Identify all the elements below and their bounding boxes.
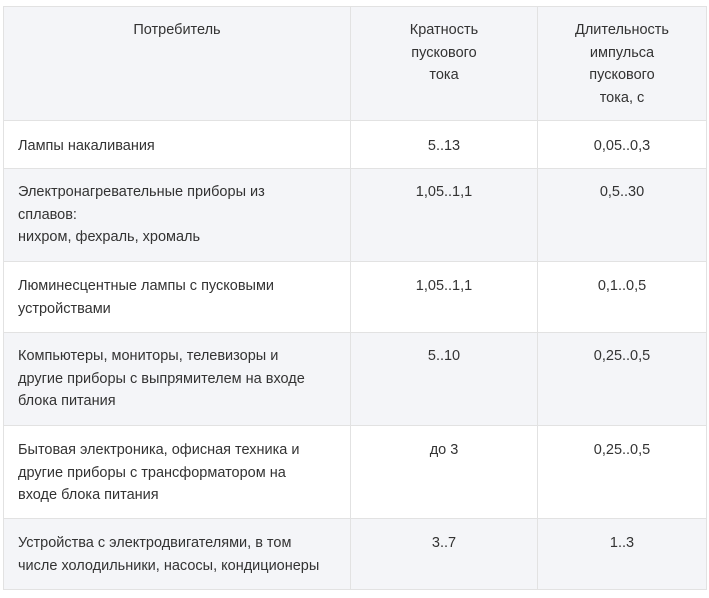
consumer-line: числе холодильники, насосы, кондиционеры: [18, 557, 320, 574]
header-multiplicity-line: пускового: [411, 44, 477, 61]
consumer-cell: Электронагревательные приборы из сплавов…: [3, 168, 351, 262]
duration-cell: 0,25..0,5: [537, 425, 707, 519]
consumer-line: другие приборы с трансформатором на: [18, 464, 286, 481]
consumer-line: Компьютеры, мониторы, телевизоры и: [18, 348, 279, 364]
table-row: Лампы накаливания 5..13 0,05..0,3: [3, 120, 707, 169]
table-row: Люминесцентные лампы с пусковыми устройс…: [3, 261, 707, 333]
consumer-line: Люминесцентные лампы с пусковыми: [18, 278, 275, 294]
header-duration-line: Длительность: [575, 22, 669, 38]
header-duration-line: импульса: [589, 44, 655, 61]
header-multiplicity-line: тока: [429, 67, 459, 83]
consumer-cell: Лампы накаливания: [3, 120, 351, 169]
consumer-cell: Устройства с электродвигателями, в том ч…: [3, 518, 351, 590]
table-row: Компьютеры, мониторы, телевизоры и други…: [3, 332, 707, 426]
duration-cell: 0,5..30: [537, 168, 707, 262]
table-header-row: Потребитель Кратность пускового тока Дли…: [3, 6, 707, 121]
header-duration-line: пускового: [589, 67, 655, 83]
consumer-line: сплавов:: [18, 206, 77, 223]
header-consumer-line: Потребитель: [133, 22, 221, 38]
consumer-line: Лампы накаливания: [18, 138, 155, 154]
header-duration: Длительность импульса пускового тока, с: [537, 6, 707, 121]
table-row: Устройства с электродвигателями, в том ч…: [3, 518, 707, 590]
consumer-line: Устройства с электродвигателями, в том: [18, 535, 292, 551]
consumer-cell: Люминесцентные лампы с пусковыми устройс…: [3, 261, 351, 333]
duration-cell: 0,1..0,5: [537, 261, 707, 333]
multiplicity-cell: 3..7: [350, 518, 538, 590]
multiplicity-cell: до 3: [350, 425, 538, 519]
consumer-cell: Компьютеры, мониторы, телевизоры и други…: [3, 332, 351, 426]
table-row: Электронагревательные приборы из сплавов…: [3, 168, 707, 262]
duration-cell: 0,25..0,5: [537, 332, 707, 426]
header-duration-line: тока, с: [599, 89, 645, 106]
consumer-line: устройствами: [18, 300, 111, 317]
inrush-current-table-container: Потребитель Кратность пускового тока Дли…: [3, 6, 707, 590]
multiplicity-cell: 1,05..1,1: [350, 261, 538, 333]
consumer-line: нихром, фехраль, хромаль: [18, 229, 201, 245]
header-multiplicity-line: Кратность: [409, 22, 479, 38]
consumer-line: блока питания: [18, 393, 116, 409]
multiplicity-cell: 5..10: [350, 332, 538, 426]
consumer-line: Бытовая электроника, офисная техника и: [18, 442, 300, 458]
table-row: Бытовая электроника, офисная техника и д…: [3, 425, 707, 519]
header-multiplicity: Кратность пускового тока: [350, 6, 538, 121]
inrush-current-table: Потребитель Кратность пускового тока Дли…: [3, 6, 707, 590]
multiplicity-cell: 5..13: [350, 120, 538, 169]
consumer-line: входе блока питания: [18, 487, 159, 503]
header-consumer: Потребитель: [3, 6, 351, 121]
consumer-line: другие приборы с выпрямителем на входе: [18, 370, 305, 387]
consumer-line: Электронагревательные приборы из: [18, 184, 265, 200]
duration-cell: 0,05..0,3: [537, 120, 707, 169]
multiplicity-cell: 1,05..1,1: [350, 168, 538, 262]
duration-cell: 1..3: [537, 518, 707, 590]
consumer-cell: Бытовая электроника, офисная техника и д…: [3, 425, 351, 519]
